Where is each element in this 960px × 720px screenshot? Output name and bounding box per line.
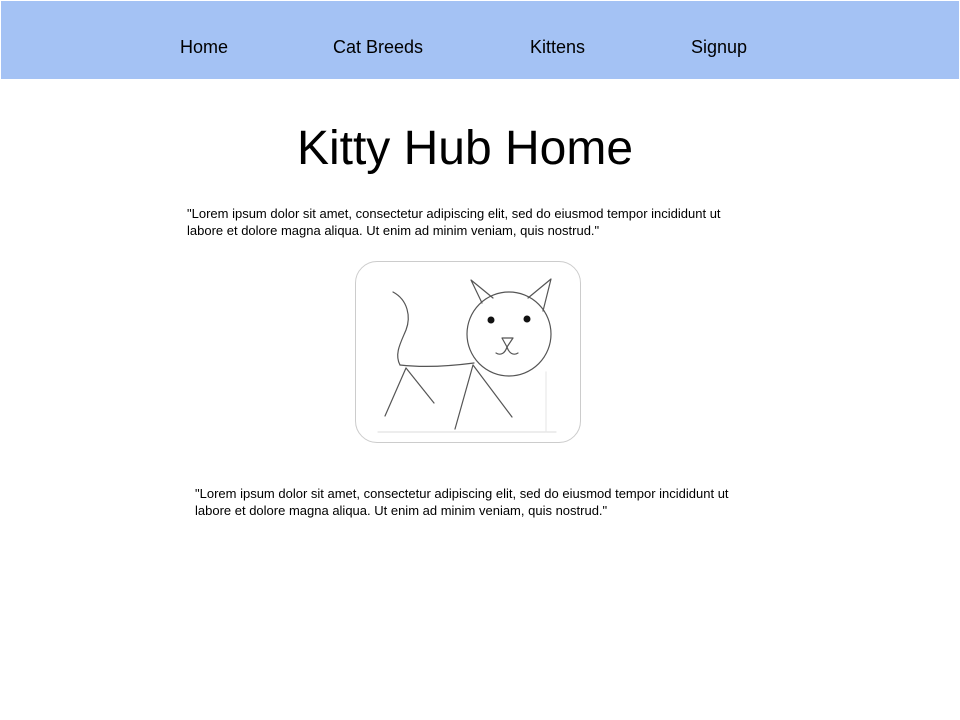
cat-nose: [501, 337, 514, 348]
top-navbar: Home Cat Breeds Kittens Signup: [1, 1, 959, 79]
cat-mouth: [495, 346, 519, 355]
nav-link-kittens[interactable]: Kittens: [530, 37, 585, 57]
cat-ear-right: [527, 278, 552, 312]
cat-back-leg-right: [405, 367, 435, 404]
nav-link-cat-breeds[interactable]: Cat Breeds: [333, 37, 423, 57]
cat-image: [355, 261, 581, 443]
intro-paragraph: "Lorem ipsum dolor sit amet, consectetur…: [187, 206, 721, 238]
cat-head: [466, 291, 552, 377]
nav-link-home[interactable]: Home: [180, 37, 228, 57]
cat-body: [399, 362, 475, 368]
cat-tail: [392, 291, 409, 366]
cat-front-leg-left: [454, 364, 474, 430]
page-title: Kitty Hub Home: [296, 122, 634, 175]
cat-eye-right: [523, 315, 531, 323]
outro-paragraph: "Lorem ipsum dolor sit amet, consectetur…: [195, 486, 729, 518]
page: Home Cat Breeds Kittens Signup Kitty Hub…: [0, 0, 960, 720]
nav-link-signup[interactable]: Signup: [691, 37, 747, 57]
cat-back-leg-left: [384, 367, 407, 417]
cat-ear-left: [470, 279, 494, 304]
cat-eye-left: [487, 316, 495, 324]
cat-drawing-icon: [377, 278, 557, 433]
